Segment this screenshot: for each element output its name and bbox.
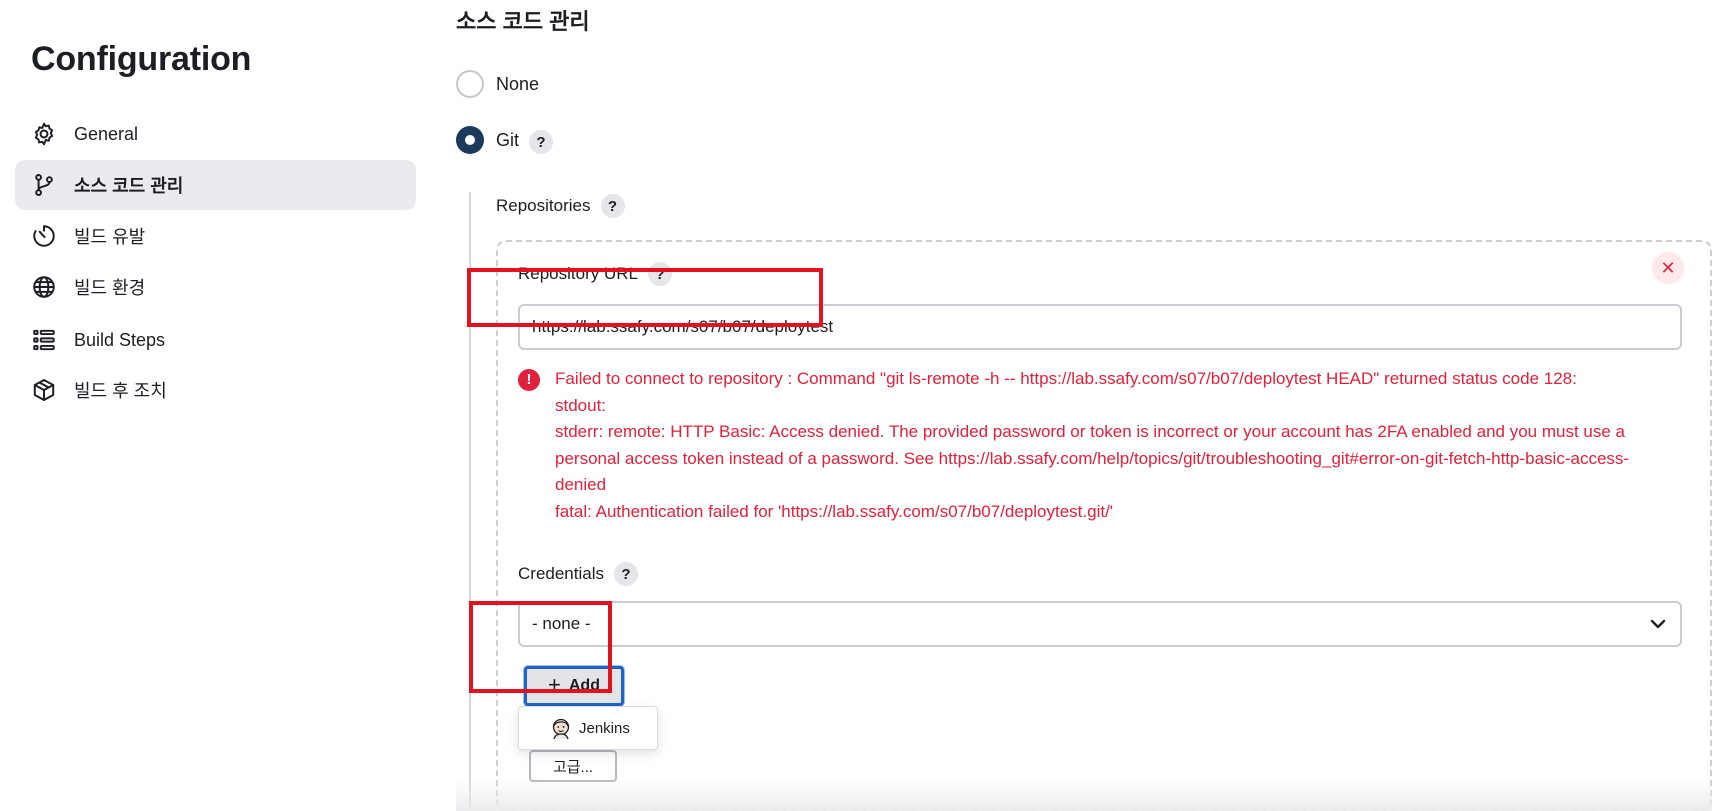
- bottom-fade: [456, 778, 1712, 811]
- scm-option-git[interactable]: Git ?: [456, 126, 554, 154]
- radio-none[interactable]: [456, 70, 484, 98]
- radio-label-git: Git: [496, 129, 520, 150]
- section-title: 소스 코드 관리: [456, 9, 590, 34]
- sidebar-item-build-triggers[interactable]: 빌드 유발: [15, 211, 416, 261]
- error-line: stderr: remote: HTTP Basic: Access denie…: [555, 422, 1630, 494]
- sidebar-item-label: 빌드 후 조치: [74, 381, 167, 401]
- sidebar-item-label: General: [74, 123, 139, 144]
- chevron-down-icon: [1648, 614, 1668, 634]
- radio-dot: [465, 135, 475, 145]
- dropdown-item-jenkins[interactable]: Jenkins: [579, 720, 630, 737]
- help-icon[interactable]: ?: [600, 194, 625, 218]
- error-line: fatal: Authentication failed for 'https:…: [555, 501, 1114, 521]
- sidebar-item-label: 소스 코드 관리: [74, 176, 184, 196]
- add-credentials-dropdown: Jenkins: [518, 706, 658, 750]
- credentials-select[interactable]: - none -: [518, 601, 1682, 647]
- sidebar-item-post-build[interactable]: 빌드 후 조치: [15, 365, 416, 415]
- sidebar-item-label: 빌드 유발: [74, 227, 146, 247]
- list-steps-icon: [31, 327, 57, 353]
- error-line: Failed to connect to repository : Comman…: [555, 369, 1577, 388]
- error-icon: !: [518, 369, 540, 391]
- scm-option-none[interactable]: None: [456, 70, 539, 98]
- timer-icon: [31, 223, 57, 249]
- sidebar-item-source-code[interactable]: 소스 코드 관리: [15, 160, 416, 210]
- repository-error: ! Failed to connect to repository : Comm…: [518, 366, 1668, 525]
- sidebar: Configuration General 소스 코드 관리 빌드 유발 빌드 …: [0, 0, 420, 811]
- radio-git[interactable]: [456, 126, 484, 154]
- globe-icon: [31, 274, 57, 300]
- credentials-label-text: Credentials: [518, 564, 604, 583]
- credentials-label: Credentials ?: [518, 562, 638, 586]
- sidebar-item-build-steps[interactable]: Build Steps: [15, 315, 416, 365]
- highlight-box-add: [469, 601, 612, 693]
- highlight-box-url: [467, 268, 823, 327]
- jenkins-icon: [549, 717, 573, 741]
- sidebar-item-label: 빌드 환경: [74, 278, 146, 298]
- remove-repository-button[interactable]: ✕: [1652, 252, 1684, 284]
- sidebar-item-general[interactable]: General: [15, 109, 416, 159]
- sidebar-item-label: Build Steps: [74, 329, 166, 350]
- main-content: 소스 코드 관리 None Git ? Repositories ? ✕ Rep…: [456, 0, 1712, 811]
- page-title: Configuration: [31, 40, 252, 78]
- error-line: stdout:: [555, 395, 607, 415]
- advanced-button-label: 고급...: [552, 758, 594, 776]
- radio-label-none: None: [496, 73, 540, 94]
- package-icon: [31, 377, 57, 403]
- repositories-label-text: Repositories: [496, 196, 591, 215]
- help-icon[interactable]: ?: [529, 130, 554, 154]
- sidebar-item-build-env[interactable]: 빌드 환경: [15, 262, 416, 312]
- gear-icon: [31, 121, 57, 147]
- git-branch-icon: [31, 172, 57, 198]
- repositories-label: Repositories ?: [496, 194, 625, 218]
- help-icon[interactable]: ?: [614, 562, 638, 586]
- close-icon: ✕: [1660, 257, 1676, 278]
